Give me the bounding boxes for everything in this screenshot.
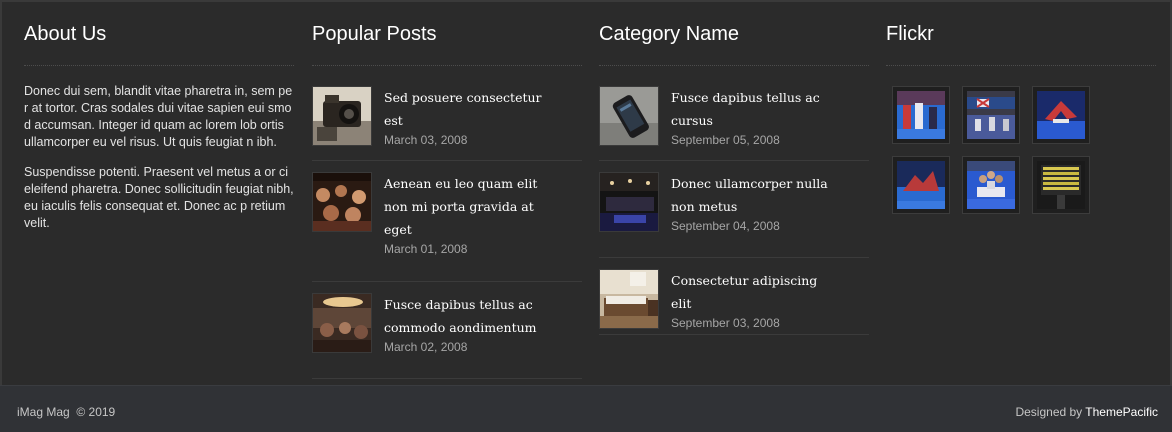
flickr-photo[interactable] <box>1032 86 1090 144</box>
list-item: Sed posuere consectetur est March 03, 20… <box>312 86 582 161</box>
flickr-photo[interactable] <box>1032 156 1090 214</box>
flickr-title: Flickr <box>886 2 1156 66</box>
post-date: March 03, 2008 <box>384 133 468 147</box>
post-title-link[interactable]: Aenean eu leo quam elit non mi porta gra… <box>384 172 554 241</box>
post-thumbnail[interactable] <box>599 172 659 232</box>
flickr-photo[interactable] <box>962 86 1020 144</box>
category-title: Category Name <box>599 2 869 66</box>
flickr-photo[interactable] <box>892 86 950 144</box>
post-thumbnail[interactable] <box>599 86 659 146</box>
about-widget: About Us Donec dui sem, blandit vitae ph… <box>24 2 294 245</box>
post-title-link[interactable]: Donec ullamcorper nulla non metus <box>671 172 841 218</box>
list-item: Aenean eu leo quam elit non mi porta gra… <box>312 172 582 282</box>
footer-widgets: About Us Donec dui sem, blandit vitae ph… <box>0 0 1172 385</box>
copyright-bar: iMag Mag © 2019 Designed by ThemePacific <box>0 385 1172 432</box>
post-title-link[interactable]: Fusce dapibus tellus ac commodo aondimen… <box>384 293 554 339</box>
category-widget: Category Name Fusce dapibus tellus ac cu… <box>599 2 869 335</box>
post-thumbnail[interactable] <box>312 293 372 353</box>
list-item: Fusce dapibus tellus ac cursus September… <box>599 86 869 161</box>
copyright-text: iMag Mag © 2019 <box>17 405 116 419</box>
post-title-link[interactable]: Consectetur adipiscing elit <box>671 269 841 315</box>
post-thumbnail[interactable] <box>312 172 372 232</box>
post-date: March 02, 2008 <box>384 340 468 354</box>
post-thumbnail[interactable] <box>599 269 659 329</box>
post-date: September 04, 2008 <box>671 219 780 233</box>
flickr-photo[interactable] <box>962 156 1020 214</box>
post-title-link[interactable]: Sed posuere consectetur est <box>384 86 554 132</box>
popular-posts-widget: Popular Posts Sed posuere consectetur es… <box>312 2 582 379</box>
popular-posts-title: Popular Posts <box>312 2 582 66</box>
flickr-photo[interactable] <box>892 156 950 214</box>
about-paragraph: Suspendisse potenti. Praesent vel metus … <box>24 165 294 230</box>
popular-posts-list: Sed posuere consectetur est March 03, 20… <box>312 86 582 379</box>
about-title: About Us <box>24 2 294 66</box>
designed-by-label: Designed by <box>1015 405 1086 419</box>
flickr-widget: Flickr <box>886 2 1156 214</box>
designed-by: Designed by ThemePacific <box>1015 405 1158 419</box>
themepacific-link[interactable]: ThemePacific <box>1085 405 1158 419</box>
about-paragraph: Donec dui sem, blandit vitae pharetra in… <box>24 84 293 149</box>
post-date: September 03, 2008 <box>671 316 780 330</box>
post-date: September 05, 2008 <box>671 133 780 147</box>
category-posts-list: Fusce dapibus tellus ac cursus September… <box>599 86 869 335</box>
list-item: Consectetur adipiscing elit September 03… <box>599 269 869 335</box>
post-title-link[interactable]: Fusce dapibus tellus ac cursus <box>671 86 841 132</box>
list-item: Fusce dapibus tellus ac commodo aondimen… <box>312 293 582 379</box>
post-date: March 01, 2008 <box>384 242 468 256</box>
post-thumbnail[interactable] <box>312 86 372 146</box>
about-text: Donec dui sem, blandit vitae pharetra in… <box>24 83 294 232</box>
list-item: Donec ullamcorper nulla non metus Septem… <box>599 172 869 258</box>
